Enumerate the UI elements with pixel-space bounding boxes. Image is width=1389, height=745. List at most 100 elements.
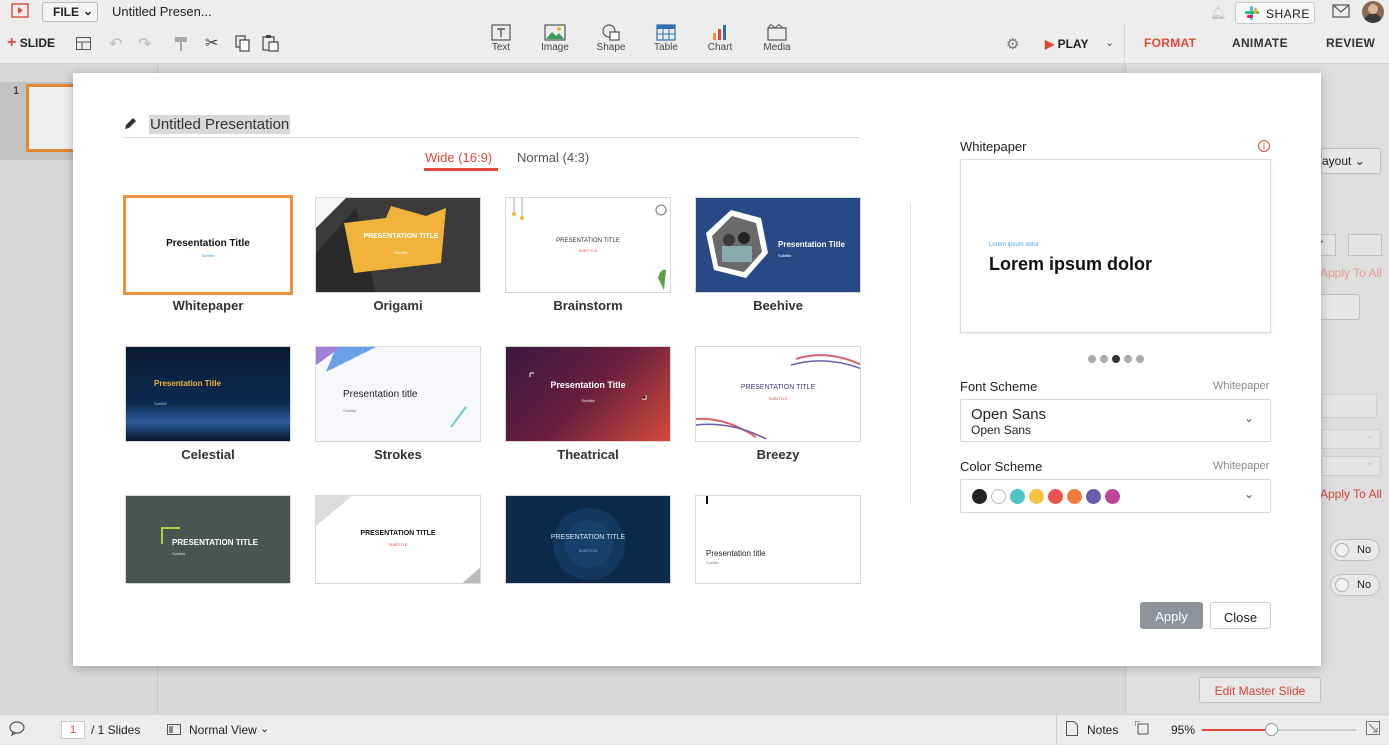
settings-gear-icon[interactable]: ⚙	[1006, 35, 1019, 53]
color-scheme-dropdown[interactable]: ⌄	[960, 479, 1271, 513]
zoom-slider-knob[interactable]	[1265, 723, 1279, 736]
share-button[interactable]: SHARE	[1235, 2, 1315, 24]
pencil-icon	[123, 117, 137, 134]
template-card-whitepaper[interactable]: Presentation Title Subtitle	[123, 195, 293, 295]
share-label: SHARE	[1266, 7, 1310, 21]
template-card-theatrical[interactable]: Presentation Title Subtitle	[505, 346, 671, 442]
top-bar: FILE ⌄ Untitled Presen... 🔔︎ SHARE	[0, 0, 1389, 24]
template-subtitle-text: SUBTITLE	[578, 248, 598, 253]
insert-label: Shape	[596, 42, 626, 53]
preview-heading: Lorem ipsum dolor	[989, 254, 1153, 274]
template-card-celestial[interactable]: Presentation Title Subtitle	[125, 346, 291, 442]
insert-shape-button[interactable]: Shape	[586, 24, 636, 53]
tab-normal-4-3[interactable]: Normal (4:3)	[517, 150, 589, 165]
pagination-dot[interactable]	[1124, 355, 1132, 363]
template-card-breezy[interactable]: PRESENTATION TITLE SUBTITLE	[695, 346, 861, 442]
close-button[interactable]: Close	[1210, 602, 1271, 629]
document-title[interactable]: Untitled Presen...	[112, 4, 212, 19]
slack-icon	[1245, 6, 1259, 23]
zoom-slider-track[interactable]	[1202, 723, 1356, 736]
redo-icon[interactable]: ↷	[138, 34, 151, 54]
template-name: Beehive	[753, 298, 803, 313]
shape-icon	[586, 24, 636, 41]
copy-icon[interactable]	[235, 35, 251, 55]
notes-icon[interactable]	[1066, 721, 1078, 739]
font-scheme-label: Font Scheme	[960, 379, 1038, 394]
chevron-down-icon[interactable]: ⌄	[260, 722, 269, 735]
zoom-slider-fill	[1202, 729, 1272, 731]
pagination-dot[interactable]	[1112, 355, 1120, 363]
template-card-strokes[interactable]: Presentation title Subtitle	[315, 346, 481, 442]
template-card-brainstorm[interactable]: PRESENTATION TITLE SUBTITLE	[505, 197, 671, 293]
template-name: Breezy	[756, 447, 800, 462]
insert-media-button[interactable]: Media	[752, 24, 802, 53]
template-name: Strokes	[374, 447, 422, 462]
color-swatch	[1067, 489, 1082, 505]
tab-wide-16-9[interactable]: Wide (16:9)	[425, 150, 492, 165]
template-card[interactable]: PRESENTATION TITLE SUBTITLE	[505, 495, 671, 584]
color-scheme-label: Color Scheme	[960, 459, 1043, 474]
bell-icon[interactable]: 🔔︎	[1210, 5, 1227, 21]
insert-text-button[interactable]: Text	[476, 24, 526, 53]
template-card[interactable]: PRESENTATION TITLE Subtitle	[125, 495, 291, 584]
pagination-dot[interactable]	[1100, 355, 1108, 363]
table-icon	[641, 24, 691, 41]
tab-format[interactable]: FORMAT	[1144, 36, 1196, 50]
tab-animate[interactable]: ANIMATE	[1232, 36, 1288, 50]
color-scheme-value: Whitepaper	[1213, 460, 1270, 472]
presentation-name-input[interactable]: Untitled Presentation	[149, 115, 291, 134]
info-icon[interactable]: i	[1258, 140, 1270, 152]
layout-icon[interactable]	[76, 37, 91, 53]
template-title-text: PRESENTATION TITLE	[363, 233, 439, 240]
insert-label: Chart	[707, 42, 733, 53]
file-menu-button[interactable]: FILE ⌄	[42, 2, 98, 22]
preview-pagination	[1088, 351, 1148, 366]
view-selector[interactable]: Normal View	[189, 723, 257, 737]
media-icon	[752, 24, 802, 41]
template-card[interactable]: PRESENTATION TITLE SUBTITLE	[315, 495, 481, 584]
template-subtitle-text: Subtitle	[343, 408, 357, 413]
play-options-chevron-icon[interactable]: ⌄	[1105, 36, 1114, 49]
theme-preview: Lorem ipsum dolor Lorem ipsum dolor	[960, 159, 1271, 333]
add-slide-label: SLIDE	[19, 36, 56, 50]
template-title-text: Presentation title	[343, 389, 418, 400]
undo-icon[interactable]: ↶	[109, 34, 122, 54]
insert-label: Text	[491, 42, 511, 53]
add-slide-button[interactable]: + SLIDE	[7, 35, 56, 51]
color-swatch	[1048, 489, 1063, 505]
template-card[interactable]: Presentation title Subtitle	[695, 495, 861, 584]
template-card-beehive[interactable]: Presentation Title Subtitle	[695, 197, 861, 293]
comment-icon[interactable]	[9, 721, 25, 739]
tab-review[interactable]: REVIEW	[1326, 36, 1375, 50]
template-subtitle-text: Subtitle	[581, 398, 595, 403]
pagination-dot[interactable]	[1136, 355, 1144, 363]
title-underline	[123, 137, 860, 138]
normal-view-icon	[167, 723, 181, 738]
fit-slide-icon[interactable]	[1134, 720, 1150, 739]
page-number-input[interactable]: 1	[61, 721, 85, 739]
template-title-text: Presentation Title	[778, 240, 845, 249]
font-scheme-dropdown[interactable]: Open Sans Open Sans ⌄	[960, 399, 1271, 442]
divider	[910, 203, 911, 503]
pagination-dot[interactable]	[1088, 355, 1096, 363]
avatar[interactable]	[1362, 1, 1384, 23]
play-icon: ▶	[1045, 37, 1055, 51]
body-font-name: Open Sans	[971, 423, 1032, 437]
template-name: Brainstorm	[553, 298, 623, 313]
fullscreen-icon[interactable]	[1366, 721, 1380, 738]
template-title-text: PRESENTATION TITLE	[172, 538, 258, 547]
template-card-origami[interactable]: PRESENTATION TITLE Subtitle	[315, 197, 481, 293]
show-logo-icon[interactable]	[11, 3, 29, 22]
cut-icon[interactable]: ✂	[205, 33, 218, 53]
insert-image-button[interactable]: Image	[530, 24, 580, 53]
play-label: PLAY	[1057, 37, 1089, 51]
insert-chart-button[interactable]: Chart	[695, 24, 745, 53]
apply-button[interactable]: Apply	[1140, 602, 1203, 629]
paste-icon[interactable]	[262, 34, 279, 55]
mail-icon[interactable]	[1332, 4, 1350, 21]
play-button[interactable]: ▶ PLAY	[1045, 37, 1088, 51]
insert-table-button[interactable]: Table	[641, 24, 691, 53]
format-painter-icon[interactable]	[174, 36, 188, 55]
notes-button[interactable]: Notes	[1087, 723, 1118, 737]
chevron-down-icon: ⌄	[83, 4, 94, 18]
